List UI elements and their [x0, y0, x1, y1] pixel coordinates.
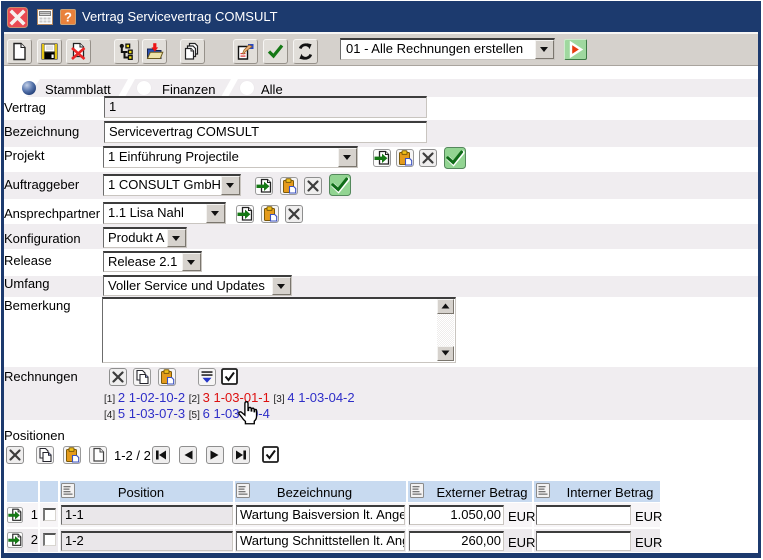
- svg-text:?: ?: [64, 10, 72, 25]
